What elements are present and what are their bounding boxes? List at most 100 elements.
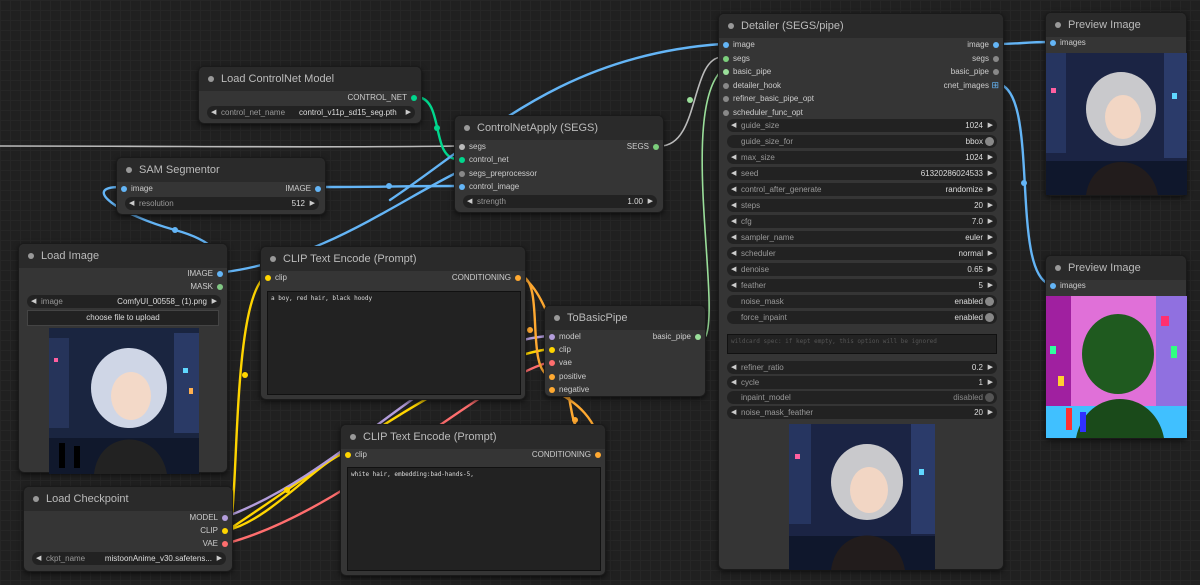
input-clip[interactable]: clip [549, 345, 571, 355]
grid-icon[interactable]: ⊞ [991, 80, 999, 90]
toggle-knob-icon[interactable] [985, 297, 994, 306]
output-image[interactable]: IMAGE [285, 184, 321, 194]
choose-file-button[interactable]: choose file to upload [27, 310, 219, 326]
input-scheduler-func-opt[interactable]: scheduler_func_opt [723, 108, 803, 118]
widget-noise-mask[interactable]: noise_mask enabled [727, 295, 997, 308]
output-conditioning[interactable]: CONDITIONING [452, 273, 521, 283]
pin-dot-icon[interactable] [459, 144, 465, 150]
pin-dot-icon[interactable] [217, 271, 223, 277]
node-title[interactable]: Preview Image [1046, 13, 1186, 37]
collapse-dot-icon[interactable] [208, 76, 214, 82]
pin-dot-icon[interactable] [723, 55, 729, 62]
control-net-name-combo[interactable]: ◀ control_net_name control_v11p_sd15_seg… [207, 106, 415, 119]
pin-dot-icon[interactable] [549, 374, 555, 380]
arrow-right-icon[interactable]: ▶ [217, 552, 222, 565]
pin-dot-icon[interactable] [695, 334, 701, 340]
pin-dot-icon[interactable] [723, 96, 729, 102]
pin-dot-icon[interactable] [549, 387, 555, 393]
widget-steps[interactable]: ◀ steps 20 ▶ [727, 199, 997, 212]
collapse-dot-icon[interactable] [28, 253, 34, 259]
node-load-controlnet[interactable]: Load ControlNet Model CONTROL_NET ◀ cont… [198, 66, 422, 124]
output-vae[interactable]: VAE [203, 539, 228, 549]
input-segs[interactable]: segs [723, 54, 750, 64]
widget-scheduler[interactable]: ◀ scheduler normal ▶ [727, 247, 997, 260]
arrow-left-icon[interactable]: ◀ [731, 263, 736, 276]
input-images[interactable]: images [1050, 281, 1086, 291]
pin-dot-icon[interactable] [459, 171, 465, 177]
node-clip-text-encode-negative[interactable]: CLIP Text Encode (Prompt) clip CONDITION… [340, 424, 606, 576]
output-clip[interactable]: CLIP [200, 526, 228, 536]
widget-sampler-name[interactable]: ◀ sampler_name euler ▶ [727, 231, 997, 244]
pin-dot-icon[interactable] [459, 157, 465, 163]
output-conditioning[interactable]: CONDITIONING [532, 450, 601, 460]
arrow-right-icon[interactable]: ▶ [988, 279, 993, 292]
collapse-dot-icon[interactable] [1055, 22, 1061, 28]
arrow-left-icon[interactable]: ◀ [731, 376, 736, 389]
arrow-left-icon[interactable]: ◀ [731, 167, 736, 180]
arrow-right-icon[interactable]: ▶ [988, 406, 993, 419]
widget-noise-mask-feather[interactable]: ◀ noise_mask_feather 20 ▶ [727, 406, 997, 419]
input-image[interactable]: image [723, 40, 755, 50]
arrow-right-icon[interactable]: ▶ [988, 183, 993, 196]
arrow-left-icon[interactable]: ◀ [731, 199, 736, 212]
node-to-basic-pipe[interactable]: ToBasicPipe model clip vae positive nega… [544, 305, 706, 397]
arrow-right-icon[interactable]: ▶ [406, 106, 411, 119]
arrow-right-icon[interactable]: ▶ [988, 215, 993, 228]
node-title[interactable]: Detailer (SEGS/pipe) [719, 14, 1003, 38]
pin-dot-icon[interactable] [723, 82, 729, 89]
node-title[interactable]: SAM Segmentor [117, 158, 325, 182]
output-segs[interactable]: SEGS [627, 142, 659, 152]
output-basic-pipe[interactable]: basic_pipe [653, 332, 701, 342]
image-combo[interactable]: ◀ image ComfyUI_00558_ (1).png ▶ [27, 295, 221, 308]
arrow-right-icon[interactable]: ▶ [988, 376, 993, 389]
arrow-left-icon[interactable]: ◀ [731, 119, 736, 132]
ckpt-name-combo[interactable]: ◀ ckpt_name mistoonAnime_v30.safetens...… [32, 552, 226, 565]
arrow-right-icon[interactable]: ▶ [648, 195, 653, 208]
pin-dot-icon[interactable] [549, 334, 555, 340]
input-model[interactable]: model [549, 332, 581, 342]
collapse-dot-icon[interactable] [464, 125, 470, 131]
collapse-dot-icon[interactable] [350, 434, 356, 440]
input-images[interactable]: images [1050, 38, 1086, 48]
pin-dot-icon[interactable] [459, 184, 465, 190]
node-preview-image-1[interactable]: Preview Image images [1045, 12, 1187, 196]
node-title[interactable]: Load ControlNet Model [199, 67, 421, 91]
arrow-left-icon[interactable]: ◀ [211, 106, 216, 119]
node-load-checkpoint[interactable]: Load Checkpoint MODEL CLIP VAE ◀ ckpt_na… [23, 486, 233, 572]
node-load-image[interactable]: Load Image IMAGE MASK ◀ image ComfyUI_00… [18, 243, 228, 474]
arrow-left-icon[interactable]: ◀ [31, 295, 36, 308]
toggle-knob-icon[interactable] [985, 137, 994, 146]
node-title[interactable]: ControlNetApply (SEGS) [455, 116, 663, 140]
output-model[interactable]: MODEL [190, 513, 228, 523]
collapse-dot-icon[interactable] [1055, 265, 1061, 271]
pin-dot-icon[interactable] [217, 284, 223, 290]
widget-seed[interactable]: ◀ seed 61320286024533 ▶ [727, 167, 997, 180]
pin-dot-icon[interactable] [265, 275, 271, 281]
arrow-right-icon[interactable]: ▶ [310, 197, 315, 210]
output-basic-pipe[interactable]: basic_pipe [951, 67, 999, 77]
pin-dot-icon[interactable] [549, 360, 555, 366]
node-title[interactable]: CLIP Text Encode (Prompt) [341, 425, 605, 449]
arrow-right-icon[interactable]: ▶ [212, 295, 217, 308]
pin-dot-icon[interactable] [222, 541, 228, 547]
pin-dot-icon[interactable] [993, 55, 999, 62]
arrow-right-icon[interactable]: ▶ [988, 199, 993, 212]
widget-cycle[interactable]: ◀ cycle 1 ▶ [727, 376, 997, 389]
widget-cfg[interactable]: ◀ cfg 7.0 ▶ [727, 215, 997, 228]
widget-force-inpaint[interactable]: force_inpaint enabled [727, 311, 997, 324]
toggle-knob-icon[interactable] [985, 393, 994, 402]
pin-dot-icon[interactable] [595, 452, 601, 458]
arrow-right-icon[interactable]: ▶ [988, 167, 993, 180]
collapse-dot-icon[interactable] [554, 315, 560, 321]
arrow-left-icon[interactable]: ◀ [129, 197, 134, 210]
pin-dot-icon[interactable] [1050, 40, 1056, 46]
input-basic-pipe[interactable]: basic_pipe [723, 67, 771, 77]
arrow-left-icon[interactable]: ◀ [731, 247, 736, 260]
node-title[interactable]: Preview Image [1046, 256, 1186, 280]
widget-refiner-ratio[interactable]: ◀ refiner_ratio 0.2 ▶ [727, 361, 997, 374]
pin-dot-icon[interactable] [345, 452, 351, 458]
input-clip[interactable]: clip [345, 450, 367, 460]
input-positive[interactable]: positive [549, 372, 586, 382]
arrow-left-icon[interactable]: ◀ [731, 406, 736, 419]
node-controlnet-apply[interactable]: ControlNetApply (SEGS) segs control_net … [454, 115, 664, 213]
